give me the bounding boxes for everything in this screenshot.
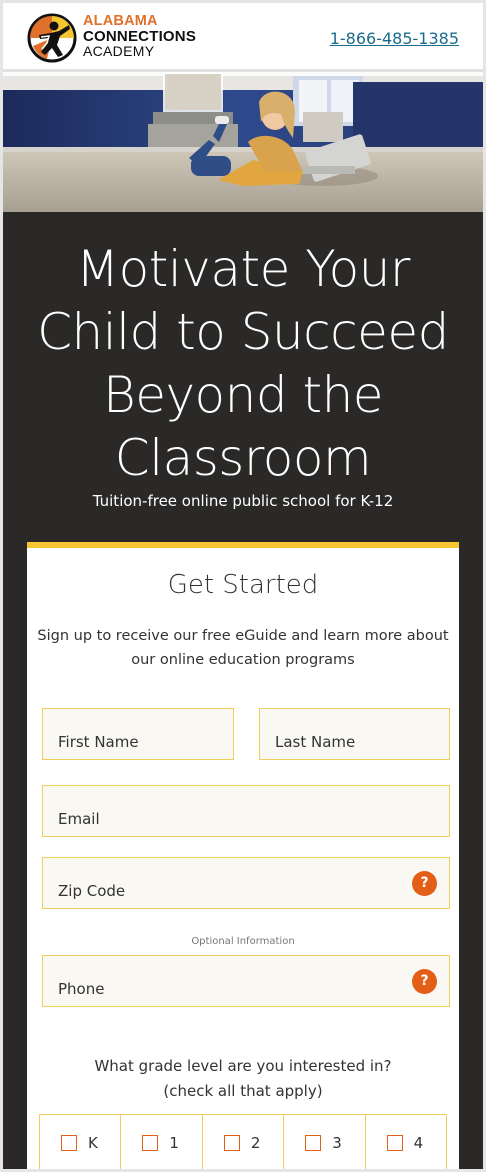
grade-label: 3 (332, 1134, 342, 1152)
hero-headline: Motivate Your Child to Succeed Beyond th… (3, 238, 483, 490)
headline-line-4: Classroom (114, 429, 372, 487)
grade-label: K (88, 1134, 98, 1152)
last-name-placeholder: Last Name (275, 733, 356, 751)
girl-with-laptop-photo-icon (3, 72, 483, 212)
grade-label: 2 (250, 1134, 261, 1152)
site-header: ALABAMA CONNECTIONS ACADEMY 1-866-485-13… (3, 0, 483, 72)
form-title: Get Started (167, 570, 319, 600)
last-name-field[interactable]: Last Name (259, 708, 450, 760)
grade-checkbox-row: K 1 2 3 4 (39, 1114, 447, 1169)
logo-state: ALABAMA (83, 13, 158, 29)
phone-number-link[interactable]: 1-866-485-1385 (330, 29, 459, 48)
grade-label: 1 (169, 1134, 179, 1152)
grade-option-1[interactable]: 1 (121, 1115, 203, 1169)
first-name-field[interactable]: First Name (42, 708, 234, 760)
first-name-placeholder: First Name (58, 733, 139, 751)
signup-form-card: Get Started Sign up to receive our free … (27, 542, 459, 1169)
logo-name: CONNECTIONS (83, 28, 197, 45)
form-intro: Sign up to receive our free eGuide and l… (37, 628, 449, 668)
academy-logo-icon[interactable] (27, 13, 77, 63)
grade-question-line-1: What grade level are you interested in? (94, 1057, 392, 1075)
zip-code-field[interactable]: Zip Code ? (42, 857, 450, 909)
zip-code-placeholder: Zip Code (58, 882, 126, 900)
grade-option-4[interactable]: 4 (366, 1115, 446, 1169)
landing-page: ALABAMA CONNECTIONS ACADEMY 1-866-485-13… (0, 0, 486, 1172)
optional-info-label: Optional Information (191, 936, 295, 947)
grade-label: 4 (413, 1134, 424, 1152)
headline-line-2: Child to Succeed (37, 303, 449, 361)
checkbox[interactable] (142, 1135, 159, 1151)
phone-placeholder: Phone (58, 980, 105, 998)
academy-wordmark[interactable]: ALABAMA CONNECTIONS ACADEMY (83, 14, 196, 59)
checkbox[interactable] (386, 1135, 403, 1151)
checkbox[interactable] (305, 1135, 322, 1151)
headline-line-1: Motivate Your (76, 240, 410, 298)
grade-question-line-2: (check all that apply) (163, 1082, 323, 1100)
hero-photo (3, 72, 483, 212)
checkbox[interactable] (223, 1135, 240, 1151)
email-placeholder: Email (58, 810, 100, 828)
zip-help-icon[interactable]: ? (412, 871, 437, 896)
headline-line-3: Beyond the (102, 366, 384, 424)
grade-question: What grade level are you interested in? … (27, 1054, 459, 1104)
grade-option-3[interactable]: 3 (284, 1115, 366, 1169)
hero-subheadline: Tuition-free online public school for K-… (92, 492, 394, 510)
phone-help-icon[interactable]: ? (412, 969, 437, 994)
grade-option-2[interactable]: 2 (203, 1115, 285, 1169)
logo-academy: ACADEMY (83, 43, 155, 59)
phone-field[interactable]: Phone ? (42, 955, 450, 1007)
email-field[interactable]: Email (42, 785, 450, 837)
grade-option-k[interactable]: K (40, 1115, 122, 1169)
checkbox[interactable] (61, 1135, 77, 1151)
